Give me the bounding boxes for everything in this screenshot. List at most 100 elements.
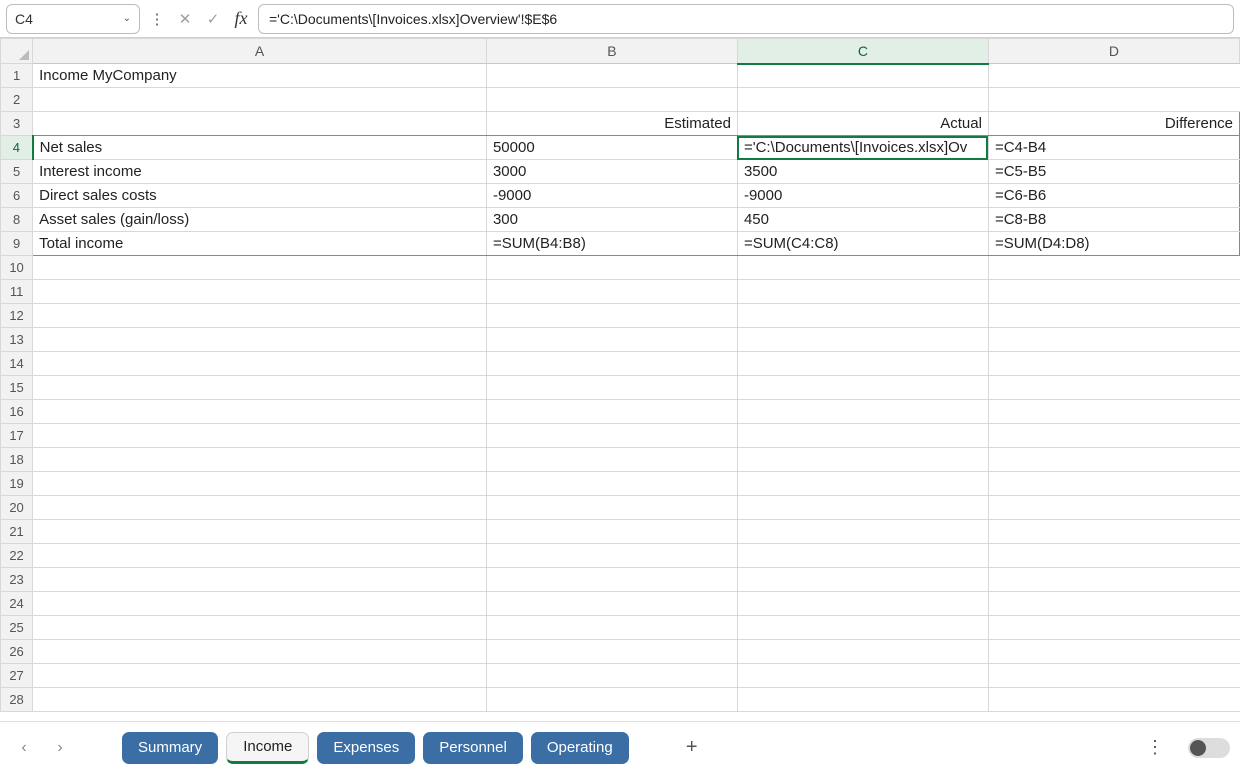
cell[interactable]	[33, 520, 487, 544]
cell-label[interactable]: Interest income	[33, 160, 487, 184]
cell[interactable]	[486, 328, 737, 352]
cell[interactable]	[33, 88, 487, 112]
cell[interactable]	[988, 640, 1239, 664]
header-blank[interactable]	[33, 112, 487, 136]
cell-est[interactable]: -9000	[486, 184, 737, 208]
title-cell[interactable]: Income MyCompany	[33, 64, 487, 88]
dots-icon[interactable]: ⋮	[146, 6, 168, 32]
cancel-icon[interactable]: ✕	[174, 6, 196, 32]
cell[interactable]	[737, 304, 988, 328]
cell[interactable]	[33, 616, 487, 640]
cell[interactable]	[33, 544, 487, 568]
cell[interactable]	[737, 640, 988, 664]
row-header[interactable]: 27	[1, 664, 33, 688]
cell[interactable]	[33, 328, 487, 352]
row-header[interactable]: 15	[1, 376, 33, 400]
accept-icon[interactable]: ✓	[202, 6, 224, 32]
row-header[interactable]: 25	[1, 616, 33, 640]
cell[interactable]	[988, 472, 1239, 496]
row-header[interactable]: 2	[1, 88, 33, 112]
cell[interactable]	[988, 376, 1239, 400]
cell[interactable]	[737, 376, 988, 400]
cell-est[interactable]: 300	[486, 208, 737, 232]
cell[interactable]	[486, 664, 737, 688]
cell[interactable]	[486, 448, 737, 472]
fx-icon[interactable]: fx	[230, 6, 252, 32]
cell[interactable]	[988, 64, 1239, 88]
cell-act[interactable]: -9000	[737, 184, 988, 208]
row-header[interactable]: 26	[1, 640, 33, 664]
cell[interactable]	[737, 496, 988, 520]
cell[interactable]	[737, 424, 988, 448]
col-header-A[interactable]: A	[33, 39, 487, 64]
row-header[interactable]: 17	[1, 424, 33, 448]
cell[interactable]	[486, 568, 737, 592]
row-header[interactable]: 9	[1, 232, 33, 256]
tab-operating[interactable]: Operating	[531, 732, 629, 764]
cell[interactable]	[737, 400, 988, 424]
cell[interactable]	[486, 424, 737, 448]
cell-label[interactable]: Direct sales costs	[33, 184, 487, 208]
cell[interactable]	[486, 88, 737, 112]
row-header[interactable]: 28	[1, 688, 33, 712]
cell[interactable]	[988, 496, 1239, 520]
cell[interactable]	[737, 448, 988, 472]
cell[interactable]	[33, 424, 487, 448]
cell[interactable]	[988, 664, 1239, 688]
cell[interactable]	[33, 568, 487, 592]
cell[interactable]	[737, 88, 988, 112]
tab-summary[interactable]: Summary	[122, 732, 218, 764]
cell-est[interactable]: 50000	[486, 136, 737, 160]
cell[interactable]	[486, 256, 737, 280]
cell[interactable]	[33, 640, 487, 664]
cell[interactable]	[486, 400, 737, 424]
cell[interactable]	[988, 88, 1239, 112]
cell-label[interactable]: Net sales	[33, 136, 487, 160]
cell[interactable]	[33, 448, 487, 472]
cell-diff[interactable]: =C4-B4	[988, 136, 1239, 160]
cell[interactable]	[988, 544, 1239, 568]
row-header[interactable]: 16	[1, 400, 33, 424]
row-header[interactable]: 13	[1, 328, 33, 352]
cell-act[interactable]: 3500	[737, 160, 988, 184]
cell[interactable]	[737, 592, 988, 616]
cell[interactable]	[33, 304, 487, 328]
row-header[interactable]: 3	[1, 112, 33, 136]
cell-label[interactable]: Asset sales (gain/loss)	[33, 208, 487, 232]
row-header[interactable]: 8	[1, 208, 33, 232]
cell[interactable]	[33, 280, 487, 304]
select-all-corner[interactable]	[1, 39, 33, 64]
cell-est[interactable]: 3000	[486, 160, 737, 184]
col-header-B[interactable]: B	[486, 39, 737, 64]
cell[interactable]	[737, 616, 988, 640]
header-difference[interactable]: Difference	[988, 112, 1239, 136]
cell[interactable]	[33, 256, 487, 280]
cell[interactable]	[33, 688, 487, 712]
cell-total-act[interactable]: =SUM(C4:C8)	[737, 232, 988, 256]
cell[interactable]	[486, 64, 737, 88]
cell[interactable]	[737, 520, 988, 544]
cell-total-diff[interactable]: =SUM(D4:D8)	[988, 232, 1239, 256]
row-header[interactable]: 6	[1, 184, 33, 208]
cell-diff[interactable]: =C5-B5	[988, 160, 1239, 184]
cell[interactable]	[988, 424, 1239, 448]
cell[interactable]	[486, 592, 737, 616]
cell-act[interactable]: 450	[737, 208, 988, 232]
cell[interactable]	[33, 400, 487, 424]
cell[interactable]	[988, 280, 1239, 304]
row-header[interactable]: 20	[1, 496, 33, 520]
cell[interactable]	[988, 448, 1239, 472]
cell[interactable]	[737, 664, 988, 688]
cell[interactable]	[737, 256, 988, 280]
tab-personnel[interactable]: Personnel	[423, 732, 523, 764]
cell[interactable]	[988, 352, 1239, 376]
row-header[interactable]: 1	[1, 64, 33, 88]
cell[interactable]	[988, 616, 1239, 640]
cell[interactable]	[486, 520, 737, 544]
cell-total-label[interactable]: Total income	[33, 232, 487, 256]
view-toggle[interactable]	[1188, 738, 1230, 758]
active-cell[interactable]: ='C:\Documents\[Invoices.xlsx]Ov	[737, 136, 988, 160]
cell[interactable]	[988, 592, 1239, 616]
formula-input[interactable]: ='C:\Documents\[Invoices.xlsx]Overview'!…	[258, 4, 1234, 34]
more-icon[interactable]: ⋮	[1146, 737, 1164, 758]
